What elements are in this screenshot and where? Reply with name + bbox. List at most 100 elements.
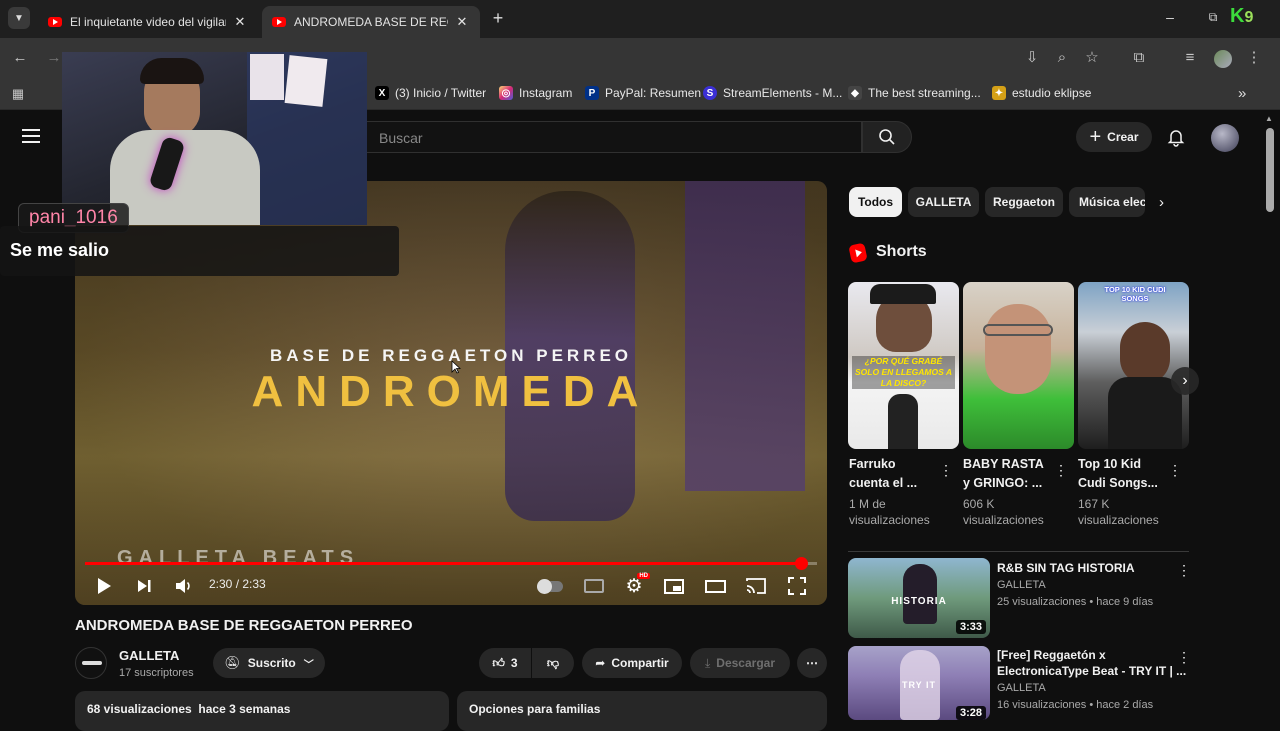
related-title[interactable]: R&B SIN TAG HISTORIA	[997, 560, 1135, 576]
paypal-icon: P	[585, 86, 599, 100]
guide-menu-icon[interactable]	[22, 127, 40, 143]
cast-button[interactable]	[744, 574, 768, 598]
tab-active[interactable]: ANDROMEDA BASE DE REGGAETON PERREO - You…	[262, 6, 480, 38]
chip-todos[interactable]: Todos	[849, 187, 902, 217]
new-tab-button[interactable]: +	[488, 8, 508, 28]
notifications-bell-icon[interactable]	[1166, 127, 1186, 147]
short-title[interactable]: Farruko cuenta el ...	[849, 455, 917, 493]
bookmark-eklipse[interactable]: ✦ estudio eklipse	[992, 86, 1091, 100]
more-vertical-icon[interactable]: ⋮	[1177, 563, 1191, 577]
channel-name[interactable]: GALLETA	[119, 648, 179, 663]
close-tab-icon[interactable]: ✕	[454, 14, 470, 30]
streamer-hair	[140, 58, 204, 84]
tab-inactive[interactable]: El inquietante video del vigilant ✕	[38, 6, 258, 38]
more-vertical-icon[interactable]: ⋮	[1177, 650, 1191, 664]
download-button[interactable]: ⤓ Descargar	[690, 648, 790, 678]
share-button[interactable]: ➦ Compartir	[582, 648, 682, 678]
thumbs-down-icon: 👎︎	[546, 655, 560, 670]
bookmark-label: (3) Inicio / Twitter	[395, 86, 487, 100]
play-button[interactable]	[92, 574, 116, 598]
short-thumbnail[interactable]: ¿POR QUÉ GRABÉ SOLO EN LLEGAMOS A LA DIS…	[848, 282, 959, 449]
bookmark-star-icon[interactable]: ☆	[1082, 48, 1102, 68]
more-actions-button[interactable]: ⋯	[797, 648, 827, 678]
streamer-body	[110, 130, 260, 225]
more-vertical-icon[interactable]: ⋮	[1168, 463, 1182, 477]
miniplayer-icon	[664, 578, 684, 594]
install-app-icon[interactable]: ⇩	[1022, 48, 1042, 68]
bookmarks-overflow-icon[interactable]: »	[1238, 85, 1246, 102]
autoplay-toggle[interactable]	[537, 574, 563, 598]
related-thumbnail[interactable]: TRY IT 3:28	[848, 646, 990, 720]
view-count: 68 visualizaciones	[87, 702, 192, 716]
bookmark-paypal[interactable]: P PayPal: Resumen	[585, 86, 701, 100]
dislike-button[interactable]: 👎︎	[532, 648, 574, 678]
zoom-icon[interactable]: ⌕	[1052, 48, 1072, 68]
related-title[interactable]: [Free] Reggaetón x ElectronicaType Beat …	[997, 647, 1186, 679]
bookmark-twitter[interactable]: X (3) Inicio / Twitter	[375, 86, 486, 100]
related-thumbnail[interactable]: HISTORIA 3:33	[848, 558, 990, 638]
short-title[interactable]: Top 10 Kid Cudi Songs...	[1078, 455, 1158, 493]
next-button[interactable]	[132, 574, 156, 598]
like-button[interactable]: 👍︎ 3	[479, 648, 531, 678]
bookmark-streaming[interactable]: ◆ The best streaming...	[848, 86, 981, 100]
profile-avatar-icon[interactable]	[1214, 50, 1232, 68]
media-control-icon[interactable]: ≡	[1180, 48, 1200, 68]
fullscreen-icon	[788, 577, 806, 595]
subscribe-state-label: Suscrito	[247, 656, 296, 670]
bookmark-streamelements[interactable]: S StreamElements - M...	[703, 86, 842, 100]
short-thumbnail[interactable]: TOP 10 KID CUDI SONGS	[1078, 282, 1189, 449]
duration-badge: 3:28	[955, 706, 986, 720]
apps-grid-icon[interactable]: ▦	[8, 84, 28, 104]
time-display: 2:30 / 2:33	[209, 577, 266, 591]
volume-icon	[176, 579, 190, 593]
back-arrow-icon[interactable]: ←	[10, 48, 30, 68]
subtitles-button[interactable]	[582, 574, 606, 598]
related-meta: 16 visualizaciones • hace 2 días	[997, 699, 1154, 711]
bookmark-instagram[interactable]: ◎ Instagram	[499, 86, 572, 100]
miniplayer-button[interactable]	[662, 574, 686, 598]
related-channel[interactable]: GALLETA	[997, 682, 1046, 694]
browser-menu-icon[interactable]: ⋮	[1244, 48, 1264, 68]
thumbs-up-icon: 👍︎	[492, 655, 505, 670]
short-title[interactable]: BABY RASTA y GRINGO: ...	[963, 455, 1044, 493]
short-views: 1 M de visualizaciones	[849, 497, 930, 527]
related-channel[interactable]: GALLETA	[997, 579, 1046, 591]
account-avatar[interactable]	[1211, 124, 1239, 152]
subscribed-button[interactable]: 🔕︎ Suscrito ﹀	[213, 648, 325, 678]
more-vertical-icon[interactable]: ⋮	[1054, 463, 1068, 477]
tab-search-button[interactable]: ▼	[8, 7, 30, 29]
more-vertical-icon[interactable]: ⋮	[939, 463, 953, 477]
create-button[interactable]: + Crear	[1076, 122, 1152, 152]
family-options-box[interactable]: Opciones para familias	[457, 691, 827, 731]
progress-bar[interactable]	[85, 557, 817, 570]
scroll-up-icon[interactable]: ▲	[1265, 114, 1273, 123]
chip-musica-electronica[interactable]: Música elec	[1069, 187, 1145, 217]
shorts-next-button[interactable]: ›	[1171, 367, 1199, 395]
settings-button[interactable]: ⚙ HD	[622, 573, 650, 598]
bookmark-label: Instagram	[519, 86, 573, 100]
restore-button[interactable]: ⧉	[1203, 10, 1223, 25]
mouse-cursor-icon	[451, 360, 462, 374]
close-tab-icon[interactable]: ✕	[232, 14, 248, 30]
minimize-button[interactable]: –	[1160, 9, 1180, 25]
progress-scrubber[interactable]	[794, 557, 808, 570]
volume-button[interactable]	[172, 574, 196, 598]
search-input[interactable]: Buscar	[366, 121, 862, 153]
search-button[interactable]	[862, 121, 912, 153]
bookmark-label: The best streaming...	[868, 86, 981, 100]
short-thumbnail[interactable]	[963, 282, 1074, 449]
upload-date: hace 3 semanas	[198, 702, 291, 716]
theater-mode-button[interactable]	[703, 574, 727, 598]
chip-label: Todos	[857, 195, 894, 209]
shorts-heading: Shorts	[876, 243, 927, 260]
fullscreen-button[interactable]	[785, 574, 809, 598]
channel-avatar[interactable]	[75, 647, 107, 679]
chip-galleta[interactable]: GALLETA	[908, 187, 979, 217]
chip-reggaeton[interactable]: Reggaeton	[985, 187, 1063, 217]
youtube-favicon-icon	[48, 17, 62, 27]
chips-next-icon[interactable]: ›	[1159, 194, 1164, 211]
description-box[interactable]: 68 visualizaciones hace 3 semanas	[75, 691, 449, 731]
page-scrollbar[interactable]	[1266, 128, 1274, 212]
forward-arrow-icon[interactable]: →	[44, 48, 64, 68]
extensions-icon[interactable]: ⧉	[1129, 48, 1149, 68]
